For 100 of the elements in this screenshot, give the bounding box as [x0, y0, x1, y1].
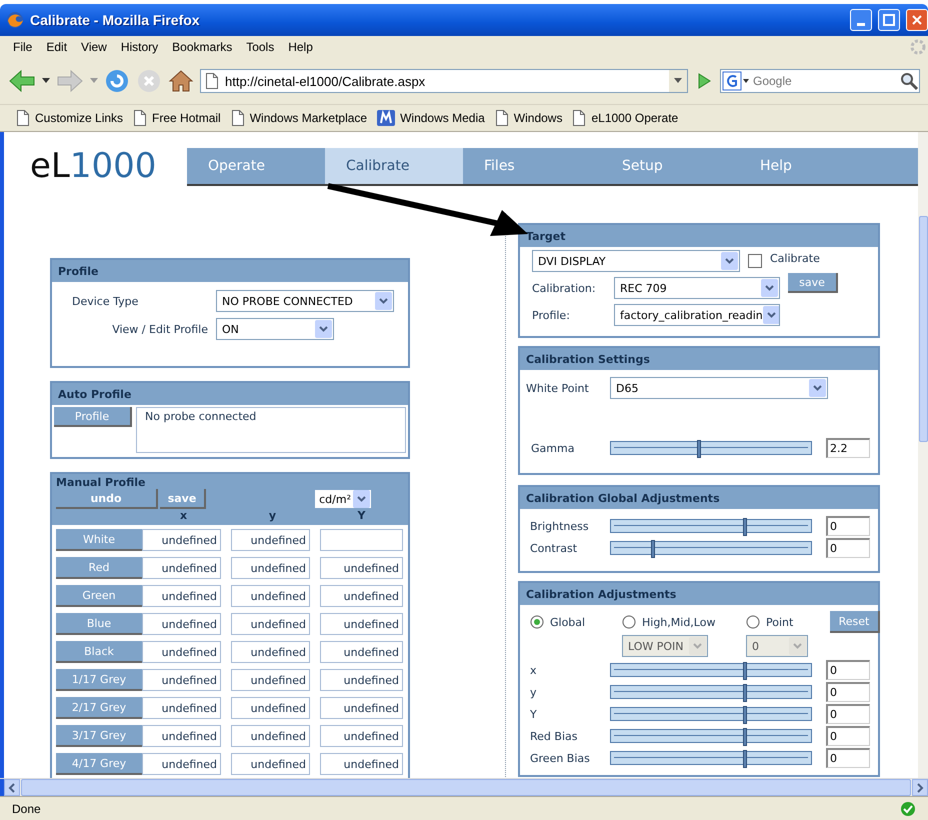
bookmark-link[interactable]: Windows	[494, 110, 562, 126]
minimize-button[interactable]	[850, 9, 872, 31]
value-field[interactable]: 0	[826, 682, 870, 702]
slider-thumb[interactable]	[697, 440, 701, 458]
value-field[interactable]	[320, 529, 403, 551]
radio-button[interactable]	[622, 615, 636, 629]
value-field[interactable]: undefined	[320, 725, 403, 747]
reload-icon[interactable]	[104, 68, 130, 94]
slider[interactable]	[610, 751, 812, 765]
menu-item[interactable]: View	[74, 40, 114, 54]
address-bar[interactable]: http://cinetal-el1000/Calibrate.aspx	[200, 69, 688, 93]
bookmark-link[interactable]: Free Hotmail	[133, 110, 221, 126]
value-field[interactable]: 0	[826, 748, 870, 768]
slider[interactable]	[610, 519, 812, 533]
caret-icon[interactable]	[42, 78, 50, 84]
dropdown[interactable]: REC 709	[614, 277, 780, 299]
value-field[interactable]: undefined	[231, 753, 310, 775]
slider[interactable]	[610, 663, 812, 677]
search-field[interactable]: Google	[720, 69, 920, 93]
value-field[interactable]: 0	[826, 726, 870, 746]
slider-thumb[interactable]	[743, 518, 747, 536]
value-field[interactable]: undefined	[320, 669, 403, 691]
value-field[interactable]: undefined	[231, 669, 310, 691]
slider[interactable]	[610, 441, 812, 455]
slider[interactable]	[610, 729, 812, 743]
bookmark-link[interactable]: Customize Links	[16, 110, 124, 126]
slider[interactable]	[610, 707, 812, 721]
firefox-icon	[6, 11, 24, 29]
dropdown[interactable]: NO PROBE CONNECTED	[216, 290, 394, 312]
search-engine-icon[interactable]	[721, 70, 751, 92]
radio-option[interactable]: Global	[530, 615, 622, 629]
value-field[interactable]: undefined	[142, 753, 221, 775]
slider-thumb[interactable]	[743, 662, 747, 680]
menu-item[interactable]: File	[6, 40, 40, 54]
value-field[interactable]: undefined	[142, 585, 221, 607]
dropdown[interactable]: ON	[216, 318, 334, 340]
slider[interactable]	[610, 541, 812, 555]
value-field[interactable]: 0	[826, 660, 870, 680]
menu-item[interactable]: History	[114, 40, 166, 54]
slider-thumb[interactable]	[743, 750, 747, 768]
horizontal-scrollbar[interactable]	[0, 778, 928, 796]
forward-arrow-icon[interactable]	[56, 69, 84, 93]
slider-thumb[interactable]	[743, 728, 747, 746]
dropdown[interactable]: D65	[610, 377, 828, 399]
value-field[interactable]: undefined	[320, 697, 403, 719]
value-field[interactable]: 0	[826, 704, 870, 724]
value-field[interactable]: undefined	[142, 725, 221, 747]
value-field[interactable]: undefined	[320, 641, 403, 663]
value-field[interactable]: undefined	[231, 613, 310, 635]
value-field[interactable]: undefined	[320, 585, 403, 607]
value-field[interactable]: undefined	[142, 697, 221, 719]
slider-thumb[interactable]	[651, 540, 655, 558]
dropdown[interactable]: DVI DISPLAY	[532, 250, 740, 272]
menu-item[interactable]: Bookmarks	[165, 40, 240, 54]
bookmark-link[interactable]: Windows Marketplace	[230, 110, 368, 126]
value-field[interactable]: undefined	[142, 529, 221, 551]
radio-option[interactable]: High,Mid,Low	[622, 615, 746, 629]
value-field[interactable]: undefined	[231, 641, 310, 663]
value-field[interactable]: undefined	[320, 557, 403, 579]
bookmark-link[interactable]: eL1000 Operate	[572, 110, 678, 126]
slider-thumb[interactable]	[743, 706, 747, 724]
bookmark-link[interactable]: Windows Media	[377, 110, 485, 126]
field-label: x	[530, 664, 538, 676]
menu-item[interactable]: Help	[281, 40, 320, 54]
slider-thumb[interactable]	[743, 684, 747, 702]
radio-button[interactable]	[530, 615, 544, 629]
value-field[interactable]: undefined	[142, 613, 221, 635]
field-label: Contrast	[530, 542, 578, 554]
value-field[interactable]: undefined	[142, 641, 221, 663]
close-button[interactable]	[906, 9, 928, 31]
value-field[interactable]: undefined	[231, 697, 310, 719]
dropdown-button[interactable]	[669, 70, 687, 92]
check-icon	[900, 800, 916, 816]
dropdown[interactable]: factory_calibration_readin	[614, 304, 780, 326]
page-icon	[572, 110, 586, 126]
checkbox[interactable]	[748, 254, 762, 268]
home-icon[interactable]	[168, 68, 194, 94]
slider[interactable]	[610, 685, 812, 699]
vertical-scrollbar[interactable]	[918, 132, 928, 778]
menu-item[interactable]: Edit	[39, 40, 74, 54]
value-field[interactable]: undefined	[231, 529, 310, 551]
value-field[interactable]: 0	[826, 516, 870, 536]
value-field[interactable]: undefined	[320, 613, 403, 635]
value-field[interactable]: undefined	[231, 557, 310, 579]
back-arrow-icon[interactable]	[8, 69, 36, 93]
value-field[interactable]: undefined	[142, 557, 221, 579]
value-field[interactable]: undefined	[231, 585, 310, 607]
value-field[interactable]: undefined	[231, 725, 310, 747]
maximize-button[interactable]	[878, 9, 900, 31]
unit-dropdown[interactable]: cd/m²	[314, 489, 372, 509]
value-field[interactable]: undefined	[142, 669, 221, 691]
nav-tab[interactable]: Calibrate	[325, 148, 463, 184]
radio-button[interactable]	[746, 615, 760, 629]
menu-item[interactable]: Tools	[239, 40, 282, 54]
chevron-down-icon	[761, 279, 778, 297]
search-icon[interactable]	[899, 71, 919, 91]
radio-option[interactable]: Point	[746, 615, 830, 629]
value-field[interactable]: undefined	[320, 753, 403, 775]
value-field[interactable]: 2.2	[826, 438, 870, 458]
value-field[interactable]: 0	[826, 538, 870, 558]
